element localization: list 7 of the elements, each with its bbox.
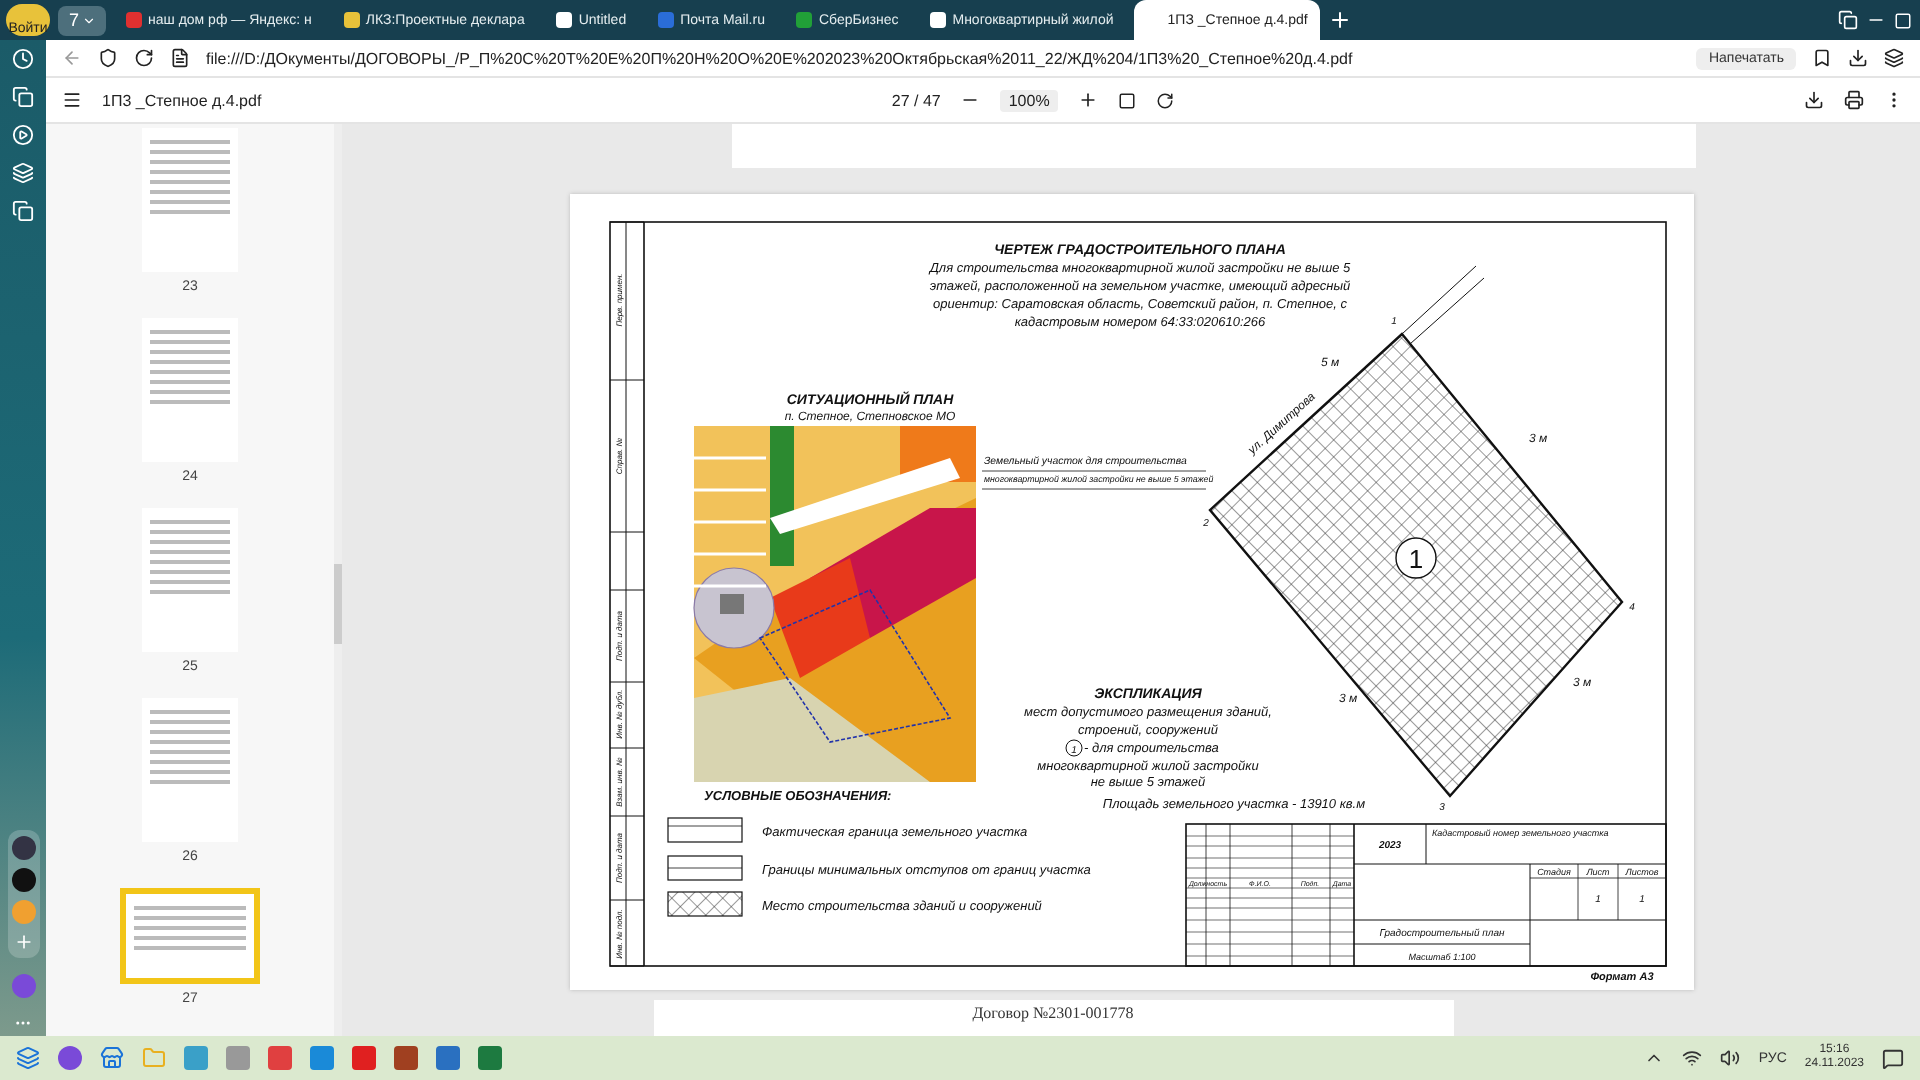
document-title: 1П3 _Степное д.4.pdf (102, 91, 262, 109)
page-heading: Договор №2301-001778 (972, 1004, 1134, 1026)
zone-number: 1 (1407, 544, 1423, 574)
tab-group-button[interactable]: 7 (58, 5, 106, 35)
address-field[interactable]: file:///D:/ДОкументы/ДОГОВОРЫ_/Р_П%20С%20Т%20Е%20П%20Н%20О%20Е%202023%20Октябрьская%2011_22/ЖД%204/1П3%20_Степное%20д.4.pdf (206, 49, 1681, 67)
page-counter[interactable]: 27 / 47 (891, 91, 941, 109)
zoom-level[interactable]: 100% (1000, 89, 1058, 111)
